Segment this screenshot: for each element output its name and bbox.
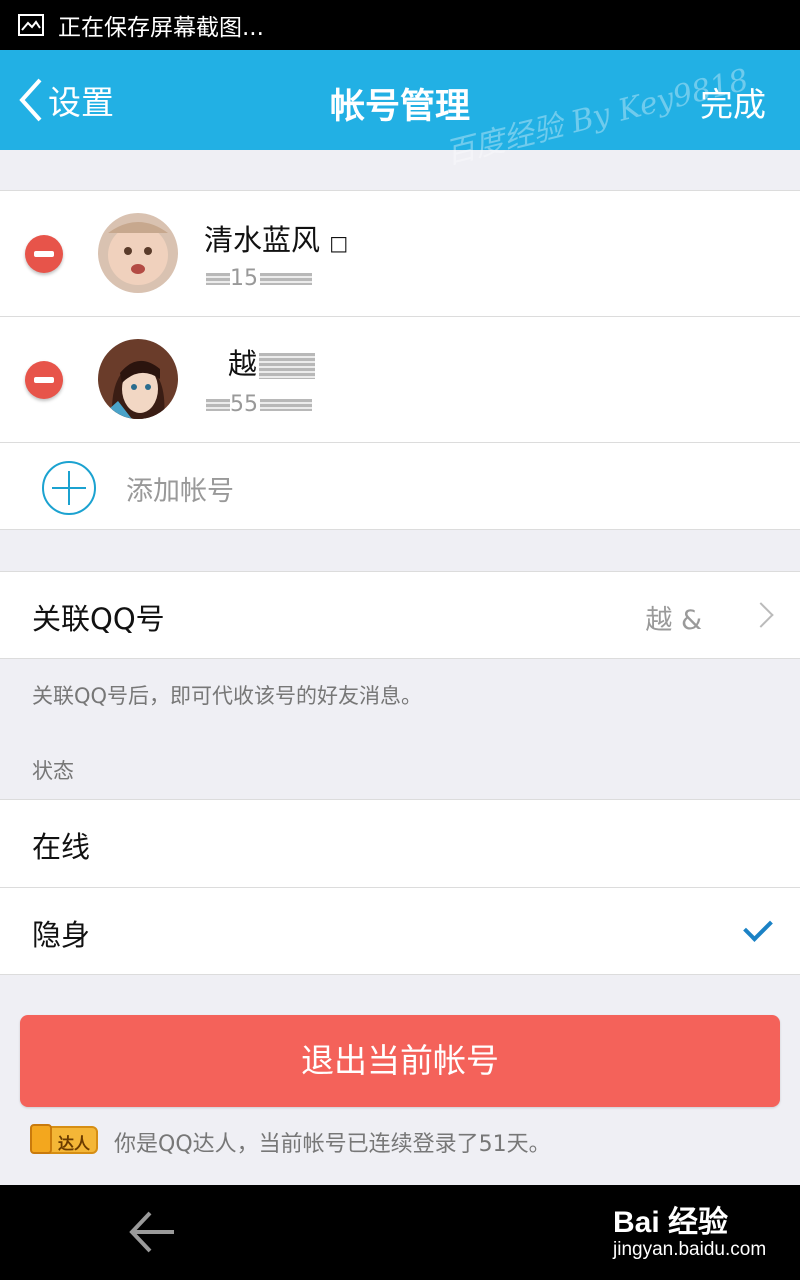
divider bbox=[0, 658, 800, 659]
linked-qq-row[interactable]: 关联QQ号 越 & bbox=[0, 572, 800, 658]
navigation-bar: Bai 经验 jingyan.baidu.com bbox=[0, 1185, 800, 1280]
add-icon[interactable] bbox=[42, 461, 96, 515]
logout-button[interactable]: 退出当前帐号 bbox=[20, 1015, 780, 1107]
status-option-label: 在线 bbox=[32, 830, 91, 864]
screenshot-icon bbox=[18, 14, 44, 36]
title-bar: 设置 帐号管理 完成 百度经验 By Key9818 bbox=[0, 50, 800, 172]
add-account-row[interactable]: 添加帐号 bbox=[0, 443, 800, 529]
status-option-online[interactable]: 在线 bbox=[0, 800, 800, 887]
account-number: 55 bbox=[204, 392, 312, 417]
status-option-invisible[interactable]: 隐身 bbox=[0, 888, 800, 974]
linked-qq-label: 关联QQ号 bbox=[32, 602, 165, 636]
qq-talent-badge: 达人 bbox=[30, 1124, 98, 1154]
add-account-label: 添加帐号 bbox=[126, 476, 234, 507]
avatar bbox=[98, 213, 178, 293]
remove-account-icon[interactable] bbox=[25, 361, 63, 399]
accounts-section: 清水蓝风 □ 15 越 55 添加帐号 bbox=[0, 191, 800, 529]
medal-icon bbox=[30, 1124, 52, 1154]
status-bar: 正在保存屏幕截图... bbox=[0, 0, 800, 50]
linked-qq-hint: 关联QQ号后，即可代收该号的好友消息。 bbox=[32, 684, 423, 708]
linked-qq-value: 越 & bbox=[645, 605, 702, 636]
account-name: 清水蓝风 □ bbox=[204, 223, 349, 257]
talent-text: 你是QQ达人，当前帐号已连续登录了51天。 bbox=[114, 1132, 551, 1157]
status-options: 在线 隐身 bbox=[0, 800, 800, 974]
divider bbox=[0, 974, 800, 975]
baidu-logo: Bai 经验 bbox=[613, 1206, 729, 1239]
remove-account-icon[interactable] bbox=[25, 235, 63, 273]
account-row[interactable]: 越 55 bbox=[0, 317, 800, 443]
back-arrow-icon[interactable] bbox=[128, 1209, 178, 1255]
status-text: 正在保存屏幕截图... bbox=[58, 15, 264, 41]
account-row[interactable]: 清水蓝风 □ 15 bbox=[0, 191, 800, 317]
status-section-header: 状态 bbox=[32, 759, 74, 783]
account-number: 15 bbox=[204, 266, 312, 291]
account-name: 越 bbox=[228, 341, 316, 383]
checkmark-icon bbox=[743, 912, 773, 942]
baidu-url: jingyan.baidu.com bbox=[613, 1239, 767, 1260]
divider bbox=[0, 529, 800, 530]
status-option-label: 隐身 bbox=[32, 918, 91, 952]
chevron-right-icon bbox=[748, 602, 774, 628]
avatar bbox=[98, 339, 178, 419]
